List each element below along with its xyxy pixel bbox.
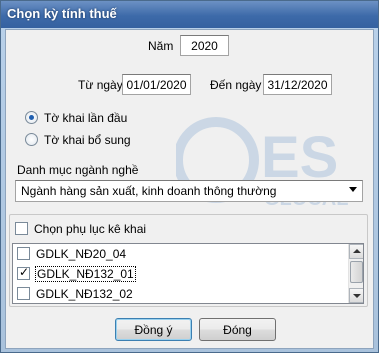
radio-supplementary-declaration[interactable] (25, 133, 38, 146)
from-date-input[interactable]: 01/01/2020 (122, 74, 191, 95)
chevron-down-icon (349, 187, 357, 192)
ok-button[interactable]: Đồng ý (115, 318, 192, 341)
list-item-label: GDLK_NĐ132_02 (36, 287, 133, 301)
list-item-label: GDLK_NĐ20_04 (36, 247, 127, 261)
scroll-thumb[interactable] (350, 261, 363, 283)
radio-first-declaration[interactable] (25, 111, 38, 124)
list-item[interactable]: GDLK_NĐ20_04 (13, 244, 349, 264)
dialog-title: Chọn kỳ tính thuế (1, 1, 378, 28)
year-label: Năm (148, 39, 174, 53)
from-date-label: Từ ngày (78, 78, 123, 92)
dialog-body: ES GLOCAL Năm 2020 Từ ngày 01/01/2020 Đế… (5, 29, 374, 349)
industry-select[interactable]: Ngành hàng sản xuất, kinh doanh thông th… (15, 180, 363, 202)
select-appendix-checkbox[interactable] (15, 222, 28, 235)
to-date-label: Đến ngày (210, 78, 262, 92)
scroll-up-button[interactable] (349, 244, 363, 259)
close-button[interactable]: Đóng (199, 318, 276, 341)
close-button-label: Đóng (223, 323, 252, 337)
year-input[interactable]: 2020 (180, 35, 229, 56)
select-appendix-label: Chọn phụ lục kê khai (34, 222, 147, 236)
ok-button-label: Đồng ý (134, 323, 173, 337)
list-item[interactable]: GDLK_NĐ132_01 (13, 264, 349, 284)
radio-first-declaration-label: Tờ khai lần đầu (44, 111, 128, 125)
watermark-logo: ES GLOCAL (176, 117, 348, 210)
list-item-checkbox[interactable] (17, 265, 30, 280)
industry-label: Danh mục ngành nghề (17, 163, 139, 177)
scroll-down-button[interactable] (349, 288, 363, 303)
list-item-checkbox[interactable] (17, 287, 30, 300)
tax-period-dialog: Chọn kỳ tính thuế ES GLOCAL Năm 2020 Từ … (0, 0, 379, 353)
list-item-checkbox[interactable] (17, 247, 30, 260)
industry-select-value: Ngành hàng sản xuất, kinh doanh thông th… (21, 184, 277, 198)
list-item[interactable]: GDLK_NĐ132_02 (13, 284, 349, 303)
appendix-list[interactable]: GDLK_NĐ20_04 GDLK_NĐ132_01 GDLK_NĐ132_02 (12, 243, 364, 304)
radio-supplementary-declaration-label: Tờ khai bổ sung (44, 133, 131, 147)
to-date-input[interactable]: 31/12/2020 (263, 74, 332, 95)
list-item-label: GDLK_NĐ132_01 (35, 266, 136, 282)
list-scrollbar[interactable] (348, 244, 363, 303)
